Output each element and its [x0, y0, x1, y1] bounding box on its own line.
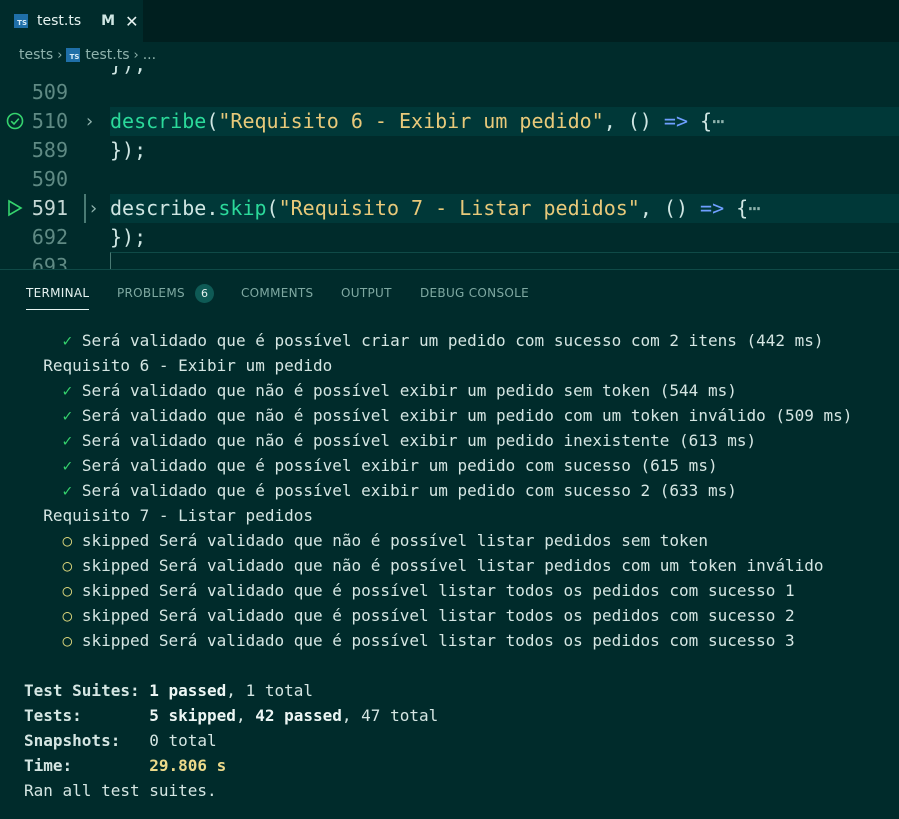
check-icon: ✓: [62, 381, 73, 400]
code-text: describe("Requisito 6 - Exibir um pedido…: [110, 107, 899, 136]
circle-icon: ○: [62, 531, 73, 550]
problems-count-badge: 6: [195, 284, 214, 303]
tab-comments[interactable]: COMMENTS: [241, 286, 313, 300]
code-text: describe.skip("Requisito 7 - Listar pedi…: [110, 194, 899, 223]
typescript-file-icon: TS: [14, 14, 28, 28]
tab-problems[interactable]: PROBLEMS: [117, 286, 185, 300]
line-number: 510: [31, 109, 68, 133]
tab-filename: test.ts: [37, 13, 82, 29]
code-line-510: 510 › describe("Requisito 6 - Exibir um …: [0, 107, 899, 136]
code-editor[interactable]: }); 509 510 › describe("Requisito 6 - Ex…: [0, 66, 899, 269]
breadcrumb-folder[interactable]: tests: [19, 47, 53, 63]
summary-time: Time: 29.806 s: [24, 756, 227, 775]
circle-icon: ○: [62, 606, 73, 625]
line-number: 509: [31, 80, 68, 104]
panel-tabs: TERMINAL PROBLEMS 6 COMMENTS OUTPUT DEBU…: [0, 270, 899, 318]
chevron-right-icon: ›: [133, 47, 139, 63]
check-icon: ✓: [62, 406, 73, 425]
code-line-589: 589 });: [0, 136, 899, 165]
typescript-file-icon: TS: [66, 48, 81, 62]
circle-icon: ○: [62, 581, 73, 600]
breadcrumb-file[interactable]: test.ts: [85, 47, 129, 63]
code-line-509: 509: [0, 78, 899, 107]
code-text: [110, 252, 899, 269]
terminal-line: ✓ Será validado que é possível exibir um…: [62, 456, 718, 475]
line-number: 591: [31, 196, 68, 220]
check-icon: ✓: [62, 431, 73, 450]
terminal-line: ○ skipped Será validado que não é possív…: [62, 531, 708, 550]
code-text: });: [110, 138, 147, 162]
summary-suites: Test Suites: 1 passed, 1 total: [24, 681, 313, 700]
line-number: 692: [31, 225, 68, 249]
circle-icon: ○: [62, 556, 73, 575]
tab-debug-console[interactable]: DEBUG CONSOLE: [420, 286, 529, 300]
code-text: });: [110, 225, 147, 249]
code-line-692: 692 });: [0, 223, 899, 252]
test-group-title: Requisito 6 - Exibir um pedido: [43, 356, 333, 375]
terminal-line: ○ skipped Será validado que é possível l…: [62, 606, 795, 625]
code-line-591: 591 › describe.skip("Requisito 7 - Lista…: [0, 194, 899, 223]
summary-ran: Ran all test suites.: [24, 781, 217, 800]
breadcrumb-symbols[interactable]: ...: [143, 47, 156, 63]
terminal-output[interactable]: ✓ Será validado que é possível criar um …: [24, 328, 852, 803]
summary-snapshots: Snapshots: 0 total: [24, 731, 217, 750]
terminal-line: ○ skipped Será validado que é possível l…: [62, 581, 795, 600]
fold-chevron-icon[interactable]: ›: [88, 194, 99, 223]
check-icon: ✓: [62, 331, 73, 350]
line-number: 693: [31, 254, 68, 269]
line-number: 589: [31, 138, 68, 162]
circle-icon: ○: [62, 631, 73, 650]
terminal-line: ○ skipped Será validado que não é possív…: [62, 556, 824, 575]
line-number: 590: [31, 167, 68, 191]
terminal-line: ✓ Será validado que não é possível exibi…: [62, 381, 737, 400]
editor-tab-bar: TS test.ts M ✕: [0, 0, 899, 42]
summary-tests: Tests: 5 skipped, 42 passed, 47 total: [24, 706, 439, 725]
modified-indicator: M: [101, 13, 116, 29]
fold-chevron-icon[interactable]: ›: [84, 107, 95, 136]
tab-output[interactable]: OUTPUT: [341, 286, 392, 300]
test-group-title: Requisito 7 - Listar pedidos: [43, 506, 313, 525]
terminal-line: ✓ Será validado que não é possível exibi…: [62, 431, 757, 450]
cursor-line-marker: [84, 194, 86, 223]
code-line-590: 590: [0, 165, 899, 194]
terminal-line: ○ skipped Será validado que é possível l…: [62, 631, 795, 650]
terminal-line: ✓ Será validado que não é possível exibi…: [62, 406, 853, 425]
code-line-693: 693: [0, 252, 899, 269]
breadcrumb: tests › TS test.ts › ...: [0, 42, 899, 68]
folded-ellipsis-icon: ⋯: [712, 109, 725, 133]
folded-ellipsis-icon: ⋯: [748, 196, 761, 220]
chevron-right-icon: ›: [57, 47, 63, 63]
terminal-line: ✓ Será validado que é possível criar um …: [62, 331, 824, 350]
bottom-panel: TERMINAL PROBLEMS 6 COMMENTS OUTPUT DEBU…: [0, 269, 899, 819]
check-icon: ✓: [62, 481, 73, 500]
tab-test-ts[interactable]: TS test.ts M ✕: [0, 0, 143, 42]
tab-terminal[interactable]: TERMINAL: [26, 286, 90, 310]
close-icon[interactable]: ✕: [125, 12, 138, 31]
terminal-line: ✓ Será validado que é possível exibir um…: [62, 481, 737, 500]
check-icon: ✓: [62, 456, 73, 475]
